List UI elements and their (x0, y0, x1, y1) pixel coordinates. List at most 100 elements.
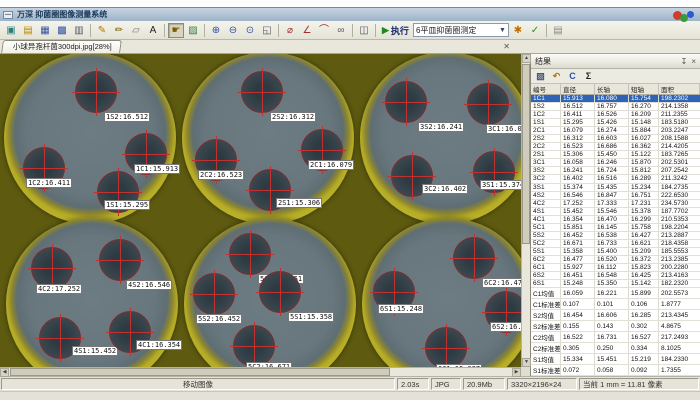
window-title: 万深 抑菌圈图像测量系统 (17, 9, 107, 20)
task-selector[interactable]: 6平皿抑菌圈测定 ▼ (413, 23, 509, 37)
table-row[interactable]: 6C216.47716.52016.372213.2385 (531, 256, 700, 264)
table-row[interactable]: C2均值16.52216.73116.527217.2493 (531, 332, 700, 343)
table-row[interactable]: 1C216.41116.52616.209211.2355 (531, 111, 700, 119)
inhibition-zone[interactable] (259, 271, 301, 313)
table-row[interactable]: C1标准差0.1070.1010.1061.8777 (531, 299, 700, 310)
table-row[interactable]: 5C115.85116.14515.758198.2204 (531, 224, 700, 232)
scroll-up-icon[interactable]: ▲ (522, 54, 531, 63)
scroll-right-icon[interactable]: ▶ (512, 368, 521, 377)
tab-close-icon[interactable]: ✕ (503, 42, 510, 51)
inhibition-zone[interactable] (229, 233, 271, 275)
column-header[interactable]: 短轴 (629, 84, 659, 94)
scroll-down-icon[interactable]: ▼ (522, 358, 531, 367)
column-header[interactable]: 直径 (561, 84, 595, 94)
table-row[interactable]: 5S216.45216.53816.427213.2887 (531, 232, 700, 240)
execute-button[interactable]: ▶ 执行 (379, 23, 412, 38)
table-row[interactable]: C1均值16.05916.22115.899202.5573 (531, 288, 700, 299)
text-icon[interactable]: A (145, 23, 161, 38)
table-row[interactable]: 1S115.29515.42615.148183.5180 (531, 119, 700, 127)
table-row[interactable]: 4S115.45215.54615.378187.7702 (531, 208, 700, 216)
cell-value: 16.548 (595, 272, 629, 279)
cell-value: 16.145 (595, 224, 629, 231)
table-row[interactable]: 3C216.40216.51616.289211.3242 (531, 175, 700, 183)
table-row[interactable]: 1C115.91316.08015.754198.2302 (531, 95, 700, 103)
table-row[interactable]: S1标准差0.0720.0580.0921.7355 (531, 365, 700, 376)
table-row[interactable]: 5S115.35815.40015.209185.5553 (531, 248, 700, 256)
table-row[interactable]: 3C116.05816.24615.870202.5301 (531, 159, 700, 167)
inhibition-zone[interactable] (241, 71, 283, 113)
open-icon[interactable]: ▤ (20, 23, 36, 38)
link-icon[interactable]: ∞ (333, 23, 349, 38)
table-row[interactable]: 3S115.37415.43515.234184.2735 (531, 184, 700, 192)
table-row[interactable]: S1均值15.33415.45115.219184.2330 (531, 354, 700, 365)
close-icon[interactable]: × (691, 57, 696, 66)
table-row[interactable]: S2均值16.45416.60616.285213.4345 (531, 310, 700, 321)
column-header[interactable]: 面积 (659, 84, 700, 94)
table-row[interactable]: 4S216.54616.84716.751222.6530 (531, 192, 700, 200)
table-row[interactable]: 4C217.25217.33317.231234.5730 (531, 200, 700, 208)
inhibition-zone[interactable] (75, 71, 117, 113)
settings-icon[interactable]: ✱ (510, 23, 526, 38)
table-row[interactable]: 3S216.24116.72415.812207.2542 (531, 167, 700, 175)
table-row[interactable]: 2S115.30615.45015.122183.7265 (531, 151, 700, 159)
table-row[interactable]: 2C116.07916.27415.884203.2247 (531, 127, 700, 135)
vertical-scrollbar[interactable]: ▲ ▼ (521, 54, 530, 367)
table-row[interactable]: S2标准差0.1550.1430.3024.8675 (531, 321, 700, 332)
camera-icon[interactable]: ▣ (3, 23, 19, 38)
inhibition-zone[interactable] (425, 327, 467, 367)
table-row[interactable]: 6C115.92716.11215.823200.2280 (531, 264, 700, 272)
note-icon[interactable]: ▤ (550, 23, 566, 38)
inhibition-zone[interactable] (385, 81, 427, 123)
horizontal-scroll-thumb[interactable] (10, 368, 390, 376)
results-table-body: 1C115.91316.08015.754198.23021S216.51216… (531, 95, 700, 376)
inhibition-zone[interactable] (453, 237, 495, 279)
column-header[interactable]: 编号 (531, 84, 561, 94)
system-menu-icon[interactable]: — (3, 11, 13, 19)
fit-window-icon[interactable]: ◱ (259, 23, 275, 38)
inhibition-zone[interactable] (193, 273, 235, 315)
inhibition-zone[interactable] (233, 325, 275, 367)
zoom-out-icon[interactable]: ⊖ (225, 23, 241, 38)
cell-value: 17.231 (629, 200, 659, 207)
inhibition-zone[interactable] (31, 247, 73, 289)
pencil-icon[interactable]: ✎ (94, 23, 110, 38)
table-row[interactable]: 6S115.24815.35015.142182.2320 (531, 280, 700, 288)
cell-value: 16.241 (561, 167, 595, 174)
table-row[interactable]: 5C216.67116.73316.621218.4358 (531, 240, 700, 248)
export-icon[interactable]: ▧ (534, 70, 547, 83)
pen-icon[interactable]: ✏ (111, 23, 127, 38)
image-canvas[interactable]: 1S2:16.5121C1:15.9131C2:16.4111S1:15.295… (0, 54, 521, 367)
undo-icon[interactable]: ↶ (550, 70, 563, 83)
image-tab[interactable]: 小球异孢杆菌300dpi.jpg[28%] (1, 40, 122, 53)
sum-icon[interactable]: Σ (582, 70, 595, 83)
vertical-scroll-thumb[interactable] (522, 64, 530, 244)
table-row[interactable]: 1S216.51216.75716.270214.1358 (531, 103, 700, 111)
inhibition-zone[interactable] (99, 239, 141, 281)
table-row[interactable]: 2C216.52316.68616.362214.4205 (531, 143, 700, 151)
pin-icon[interactable]: ↧ (681, 57, 688, 66)
table-row[interactable]: C2标准差0.3050.2500.3348.1025 (531, 343, 700, 354)
diameter-tool-icon[interactable]: ⌀ (282, 23, 298, 38)
save-icon[interactable]: ▦ (37, 23, 53, 38)
table-row[interactable]: 4C116.35416.47016.299210.5353 (531, 216, 700, 224)
hand-icon[interactable]: ☛ (168, 23, 184, 38)
angle-tool-icon[interactable]: ∠ (299, 23, 315, 38)
eraser-icon[interactable]: ▱ (128, 23, 144, 38)
image-icon[interactable]: ▨ (185, 23, 201, 38)
table-row[interactable]: 2S216.31216.60316.027208.1588 (531, 135, 700, 143)
title-bar[interactable]: — 万深 抑菌圈图像测量系统 (0, 7, 700, 21)
cell-value: 0.250 (595, 343, 629, 353)
confirm-icon[interactable]: ✓ (527, 23, 543, 38)
scroll-left-icon[interactable]: ◀ (0, 368, 9, 377)
zoom-in-icon[interactable]: ⊕ (208, 23, 224, 38)
arc-tool-icon[interactable]: ⌒ (316, 23, 332, 38)
save-all-icon[interactable]: ▩ (54, 23, 70, 38)
zoom-reset-icon[interactable]: ⊙ (242, 23, 258, 38)
window-icon[interactable]: ◫ (356, 23, 372, 38)
copy-icon[interactable]: C (566, 70, 579, 83)
inhibition-zone[interactable] (467, 83, 509, 125)
column-header[interactable]: 长轴 (595, 84, 629, 94)
horizontal-scrollbar[interactable]: ◀ ▶ (0, 367, 521, 376)
table-row[interactable]: 6S216.45116.54816.425213.4163 (531, 272, 700, 280)
print-icon[interactable]: ▥ (71, 23, 87, 38)
